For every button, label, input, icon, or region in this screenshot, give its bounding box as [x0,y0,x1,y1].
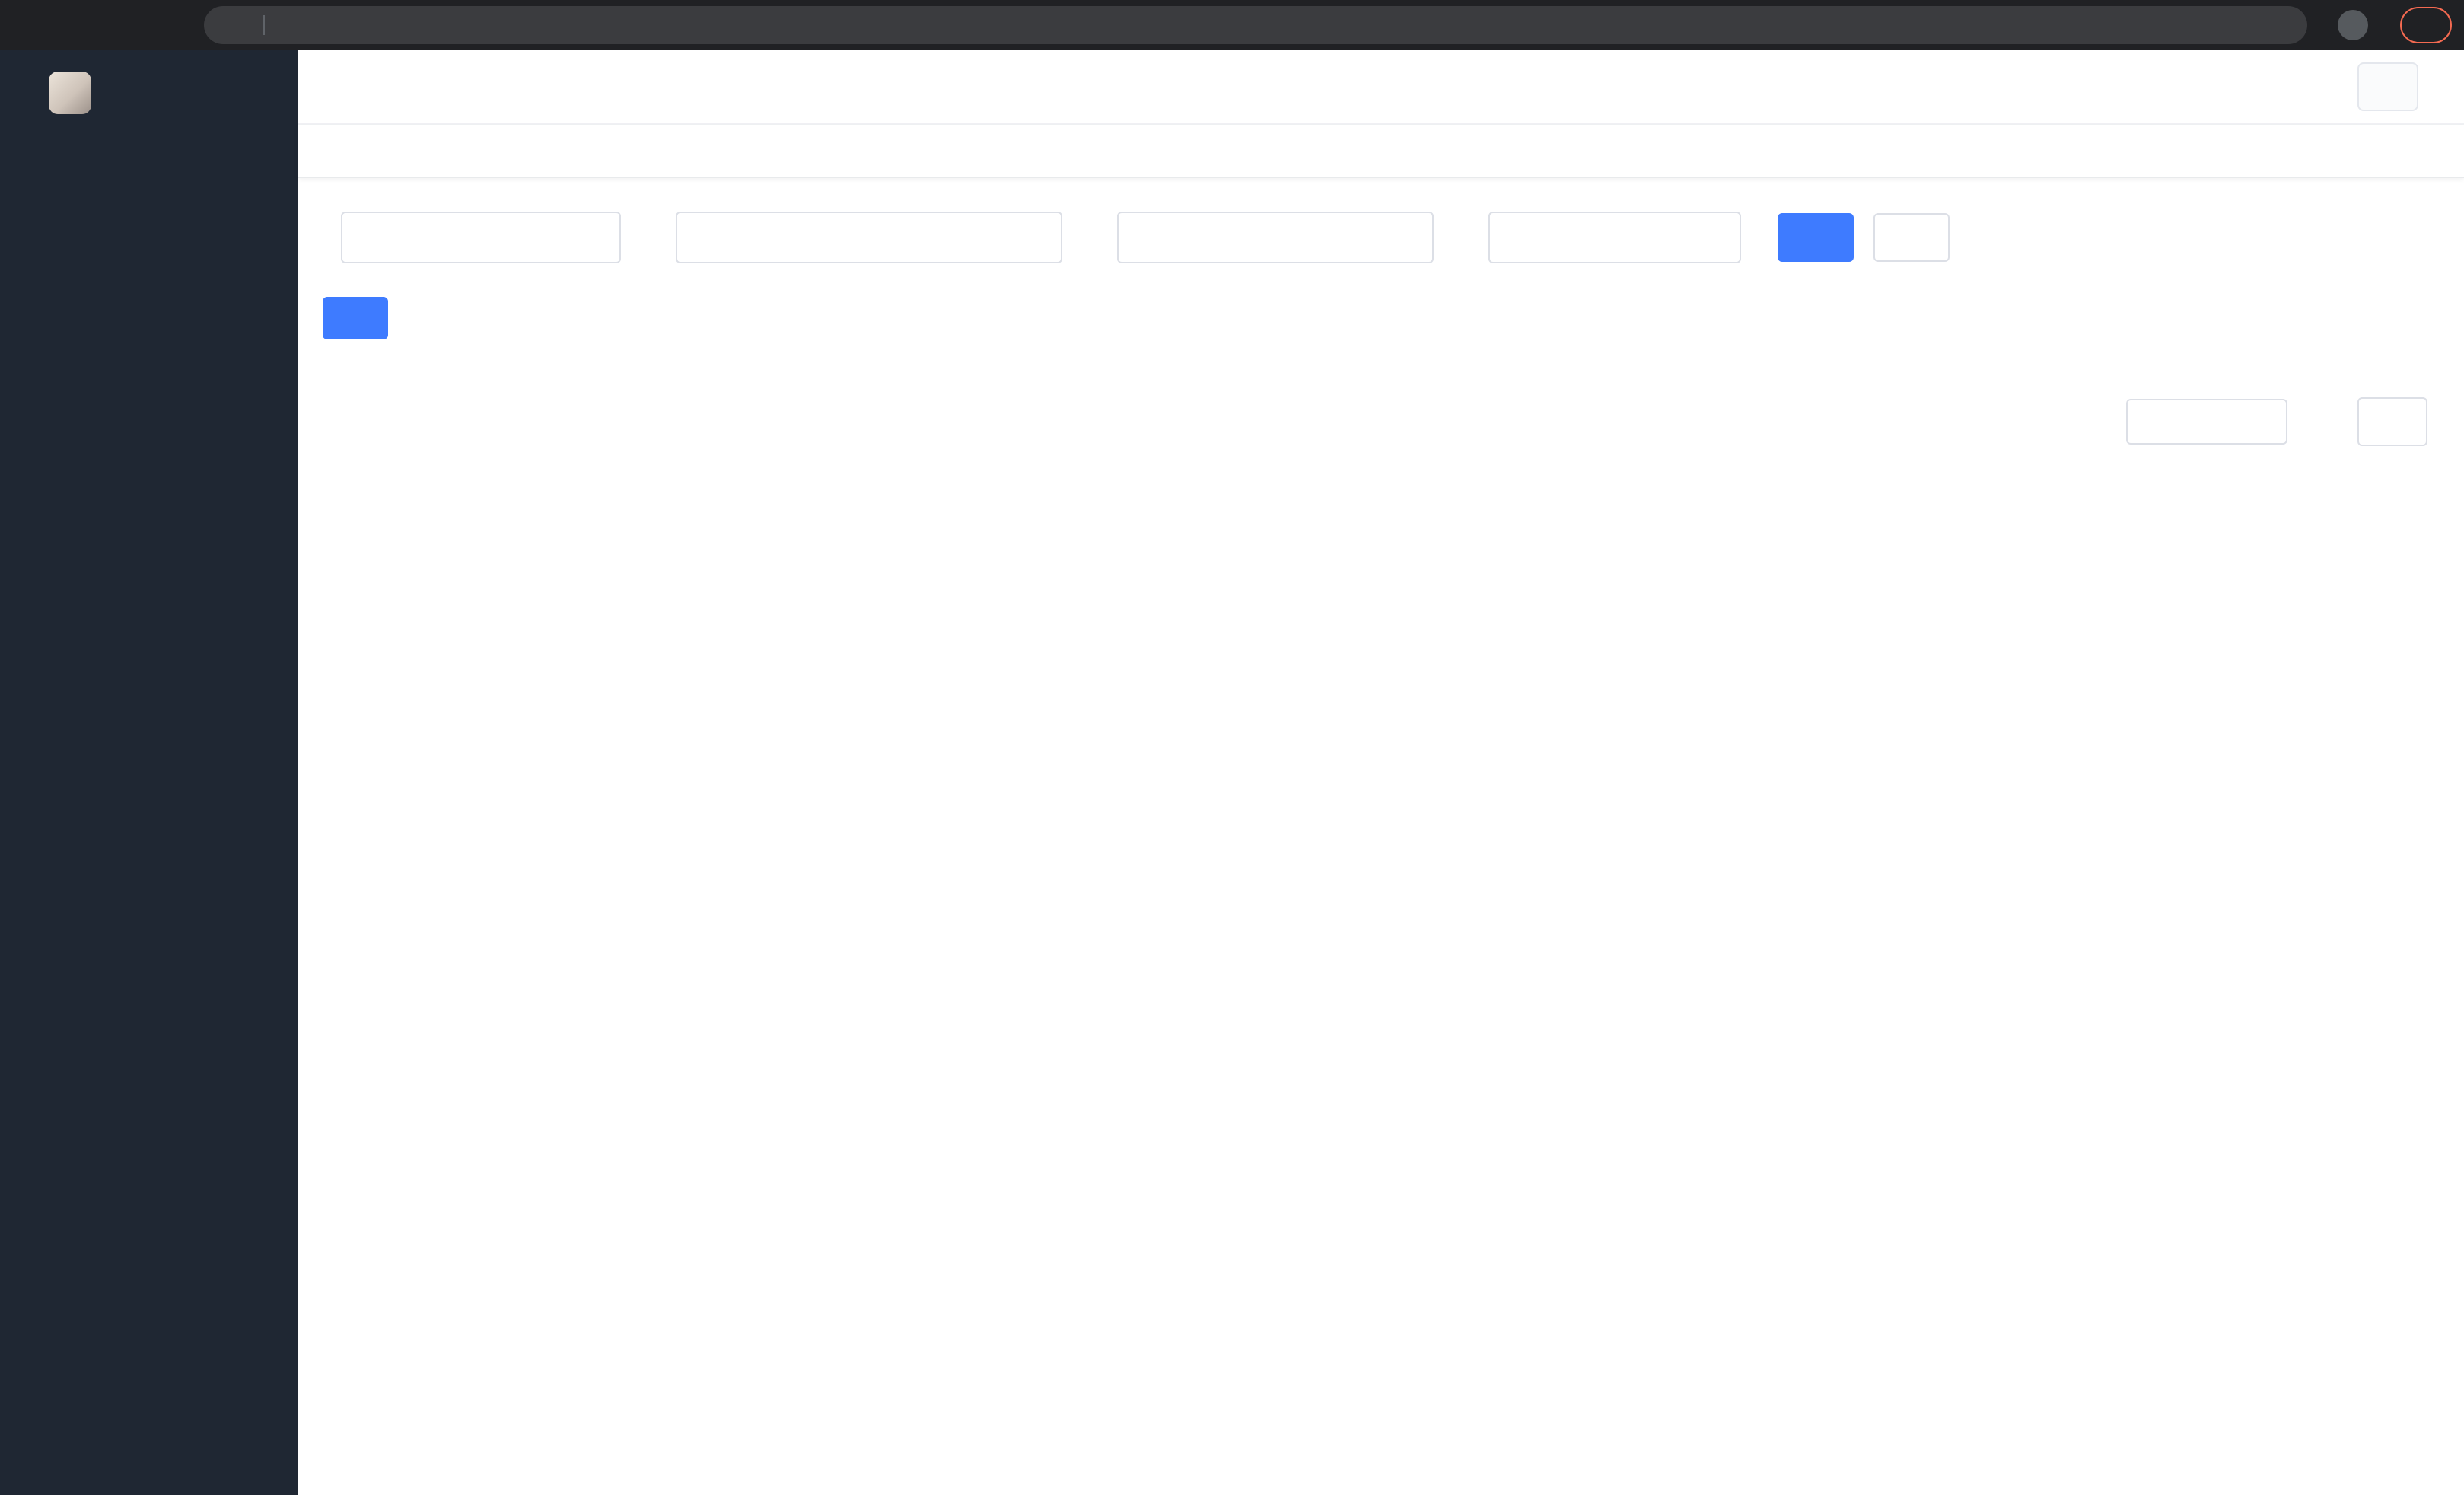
search-button[interactable] [1778,213,1854,262]
goto-page-input[interactable] [2357,397,2427,446]
address-divider [263,15,265,35]
search-button-icon [1802,228,1822,247]
top-navbar [298,50,2464,125]
user-avatar[interactable] [2357,62,2440,111]
page-content [298,178,2464,1495]
screen [0,0,2464,1495]
main-area [298,50,2464,1495]
calendar-icon [692,227,714,248]
font-size-icon[interactable] [2304,74,2330,100]
page-size-select[interactable] [2126,399,2287,445]
create-leave-button[interactable] [323,297,388,339]
table-toolbar [323,297,2440,339]
browser-reload-icon[interactable] [103,5,143,45]
sidebar [0,50,298,1495]
fullscreen-icon[interactable] [2251,74,2277,100]
incognito-indicator [2322,10,2394,40]
sidebar-toggle-icon[interactable] [323,73,350,100]
bookmark-star-icon[interactable] [2274,14,2295,36]
browser-forward-icon[interactable] [58,5,97,45]
address-bar[interactable] [204,6,2307,44]
apply-time-range-picker[interactable] [676,212,1062,263]
browser-chrome [0,0,2464,50]
plus-icon [342,309,361,327]
warning-icon [222,14,244,36]
app-window [0,50,2464,1495]
chevron-down-icon [586,228,604,247]
filter-form [323,212,2440,263]
tabs-bar [298,125,2464,178]
browser-home-icon[interactable] [149,5,189,45]
filter-reason [1470,212,1741,263]
app-logo-image [49,72,91,114]
result-select[interactable] [1117,212,1434,263]
reason-input-wrap [1488,212,1741,263]
chevron-down-icon [2257,413,2274,430]
reset-icon [1898,228,1918,247]
toggle-search-icon[interactable] [2370,307,2392,330]
browser-back-icon[interactable] [12,5,52,45]
reset-button[interactable] [1873,213,1950,262]
security-status[interactable] [222,14,251,36]
avatar-caret-icon [2424,93,2440,108]
filter-result [1099,212,1434,263]
search-icon[interactable] [2091,74,2117,100]
filter-apply-time [657,212,1062,263]
incognito-icon [2338,10,2368,40]
avatar-image [2357,62,2418,111]
pagination-goto [2345,397,2440,446]
navbar-actions [2091,62,2440,111]
github-icon[interactable] [2144,74,2170,100]
app-logo[interactable] [0,50,298,135]
help-icon[interactable] [2198,74,2224,100]
image-placeholder-icon [2376,75,2400,99]
browser-menu-icon[interactable] [2423,14,2444,36]
table-tools [2370,307,2440,330]
pagination [323,397,2440,446]
filter-leave-type [323,212,621,263]
chevron-down-icon [1399,228,1417,247]
leave-type-select[interactable] [341,212,621,263]
browser-update-button[interactable] [2400,7,2452,43]
sidebar-menu [0,135,298,1495]
reason-input[interactable] [1490,213,1740,262]
refresh-table-icon[interactable] [2417,307,2440,330]
